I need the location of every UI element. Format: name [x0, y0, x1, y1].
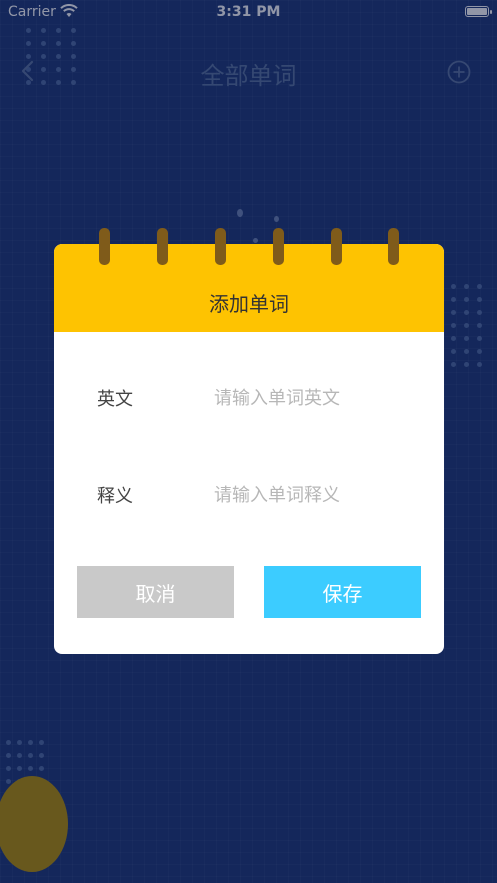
binder-ring [157, 228, 168, 265]
binder-ring [331, 228, 342, 265]
dialog-title: 添加单词 [209, 292, 289, 316]
english-input[interactable] [214, 383, 424, 413]
add-word-dialog: 添加单词 英文 释义 取消 保存 [54, 228, 444, 654]
binder-ring [99, 228, 110, 265]
dialog-header: 添加单词 [54, 244, 444, 332]
english-label: 英文 [97, 389, 133, 410]
binder-ring [273, 228, 284, 265]
binder-ring [215, 228, 226, 265]
save-button[interactable]: 保存 [264, 566, 421, 618]
cancel-button[interactable]: 取消 [77, 566, 234, 618]
definition-input[interactable] [214, 480, 424, 510]
binder-ring [388, 228, 399, 265]
definition-label: 释义 [97, 486, 133, 507]
